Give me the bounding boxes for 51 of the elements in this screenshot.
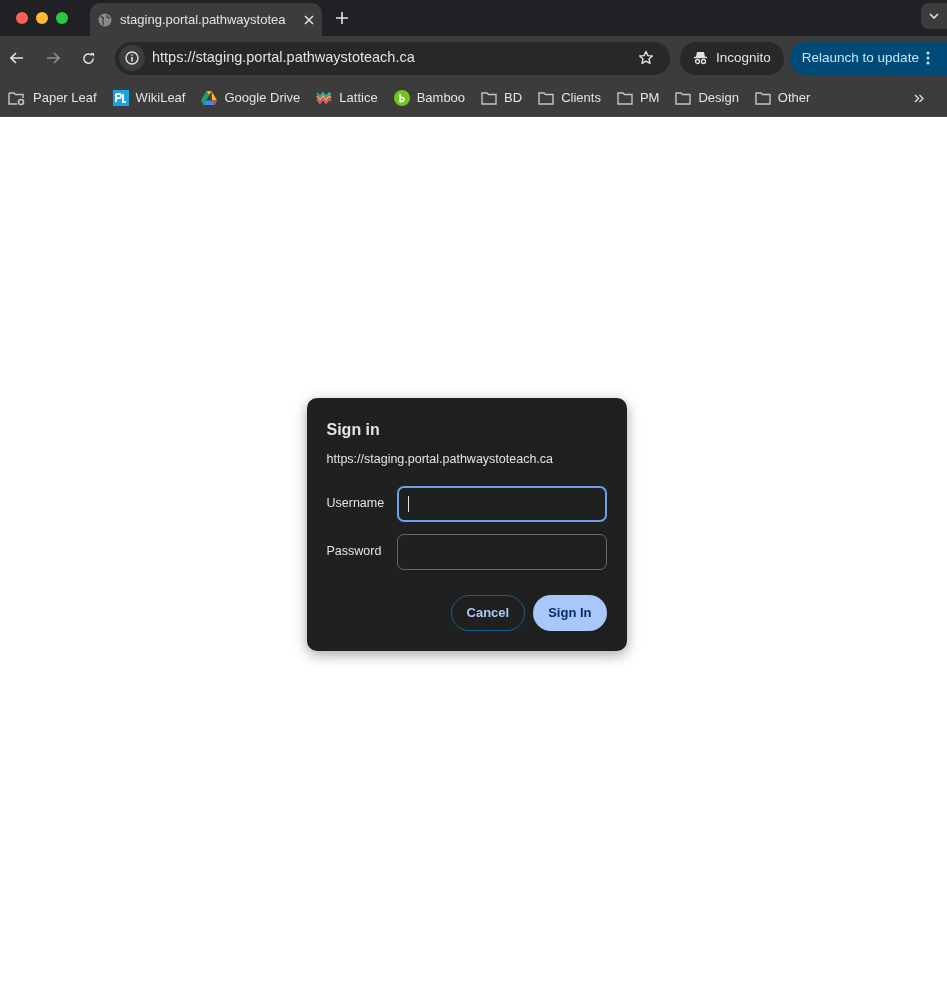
relaunch-button[interactable]: Relaunch to update [789, 41, 947, 75]
new-tab-icon[interactable] [336, 12, 348, 24]
zigzag-icon [316, 92, 333, 104]
close-window-button[interactable] [16, 12, 28, 24]
incognito-icon [693, 51, 708, 65]
bookmark-link[interactable]: Lattice [316, 88, 378, 108]
bookmark-link[interactable]: Google Drive [201, 88, 301, 108]
sign-in-button[interactable]: Sign In [533, 594, 607, 631]
folder-icon [675, 91, 692, 105]
tab-search-button[interactable] [921, 3, 947, 29]
folder-gear-icon [8, 90, 26, 106]
back-icon[interactable] [10, 52, 24, 64]
chevron-down-icon [929, 13, 939, 19]
bookmark-folder[interactable]: Clients [538, 88, 601, 108]
folder-icon [538, 91, 555, 105]
incognito-button[interactable]: Incognito [680, 41, 784, 75]
globe-icon [98, 12, 112, 27]
bookmark-folder[interactable]: Paper Leaf [8, 88, 97, 108]
bookmark-folder[interactable]: Design [675, 88, 739, 108]
close-tab-icon[interactable] [304, 14, 314, 25]
folder-icon [754, 91, 771, 105]
zoom-window-button[interactable] [56, 12, 68, 24]
browser-tab[interactable]: staging.portal.pathwaystotea [90, 3, 322, 36]
forward-icon[interactable] [46, 52, 60, 64]
chevron-double-right-icon[interactable] [914, 93, 924, 103]
bookmark-link[interactable]: WikiLeaf [112, 88, 186, 108]
star-icon[interactable] [638, 50, 654, 66]
bookmark-folder[interactable]: Other [754, 88, 811, 108]
minimize-window-button[interactable] [36, 12, 48, 24]
bookmark-folder[interactable]: BD [481, 88, 523, 108]
field-label: Password [326, 543, 383, 561]
info-icon [125, 51, 139, 65]
dialog-url: https://staging.portal.pathwaystoteach.ca [326, 451, 555, 468]
triangle-icon [201, 91, 218, 105]
leaf-circle-icon [393, 90, 410, 106]
reload-icon[interactable] [82, 51, 95, 65]
bookmark-link[interactable]: Bamboo [393, 88, 466, 108]
site-info-button[interactable] [119, 45, 145, 71]
input-field[interactable] [396, 533, 607, 570]
input-field[interactable] [396, 485, 607, 522]
tab-title: staging.portal.pathwaystotea [120, 10, 287, 29]
dialog-title: Sign in [326, 420, 381, 440]
field-label: Username [326, 495, 386, 513]
url-text: https://staging.portal.pathwaystoteach.ca [152, 48, 416, 68]
more-icon[interactable] [925, 51, 930, 65]
address-bar[interactable]: https://staging.portal.pathwaystoteach.ca [115, 41, 670, 75]
folder-icon [616, 91, 633, 105]
text-cursor [407, 495, 409, 512]
folder-icon [481, 91, 498, 105]
bookmark-folder[interactable]: PM [616, 88, 660, 108]
badge-icon [112, 90, 129, 106]
